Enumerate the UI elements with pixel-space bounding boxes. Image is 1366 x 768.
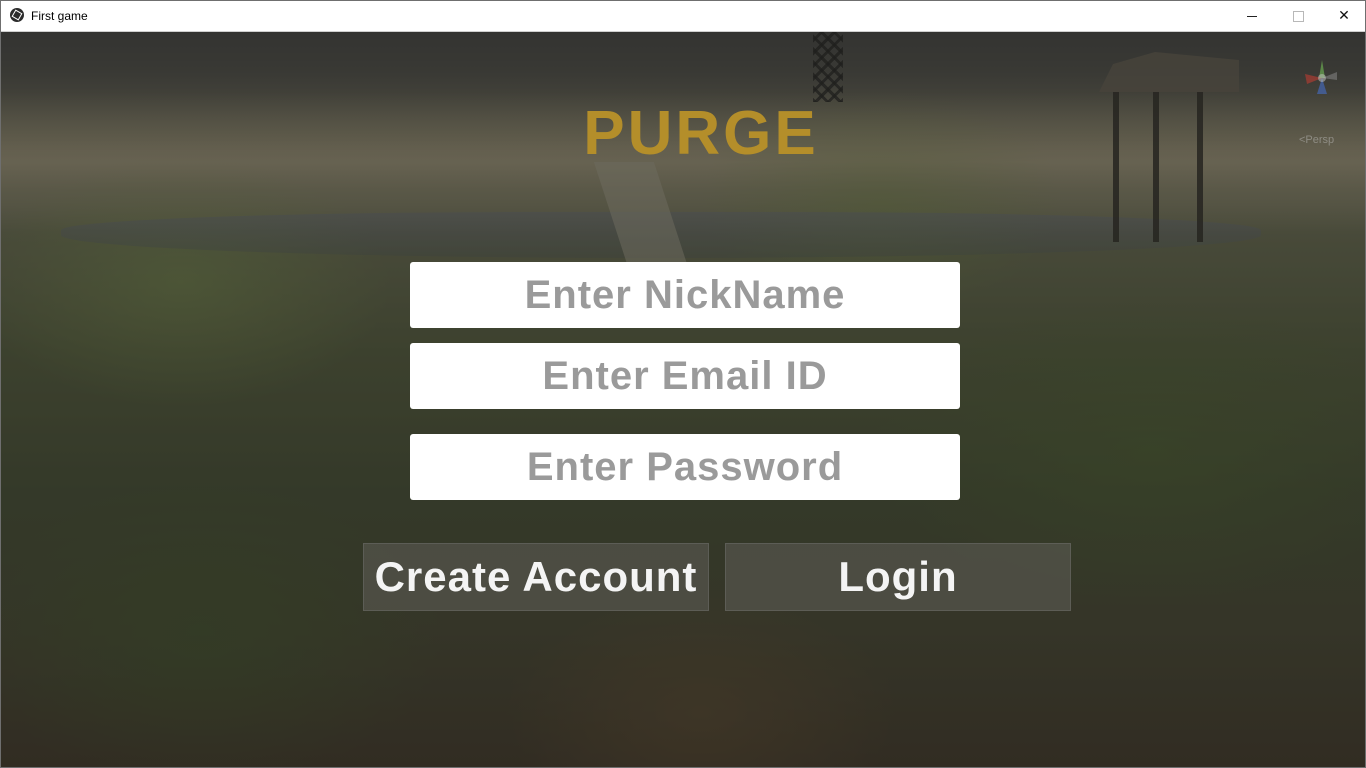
password-input[interactable] — [410, 434, 960, 500]
scene-gizmo-icon — [1305, 60, 1337, 94]
window-title: First game — [31, 9, 88, 23]
game-title: PURGE — [583, 99, 819, 168]
game-window: First game ✕ <Persp PURGE Enter NickName… — [0, 0, 1366, 768]
email-input[interactable] — [410, 343, 960, 409]
maximize-icon — [1292, 10, 1304, 22]
maximize-button[interactable] — [1275, 1, 1321, 31]
perspective-label: <Persp — [1299, 134, 1335, 146]
close-icon: ✕ — [1338, 8, 1350, 24]
game-viewport: <Persp PURGE Create Account Login — [1, 32, 1365, 767]
create-account-label: Create Account — [374, 553, 698, 600]
nickname-input[interactable] — [410, 262, 960, 328]
login-button[interactable]: Login — [725, 543, 1071, 611]
unity-app-icon — [10, 8, 24, 22]
close-button[interactable]: ✕ — [1321, 1, 1365, 31]
title-bar[interactable]: First game ✕ — [1, 1, 1365, 32]
create-account-button[interactable]: Create Account — [363, 543, 709, 611]
minimize-icon — [1247, 15, 1257, 17]
login-label: Login — [838, 553, 958, 600]
minimize-button[interactable] — [1229, 1, 1275, 31]
